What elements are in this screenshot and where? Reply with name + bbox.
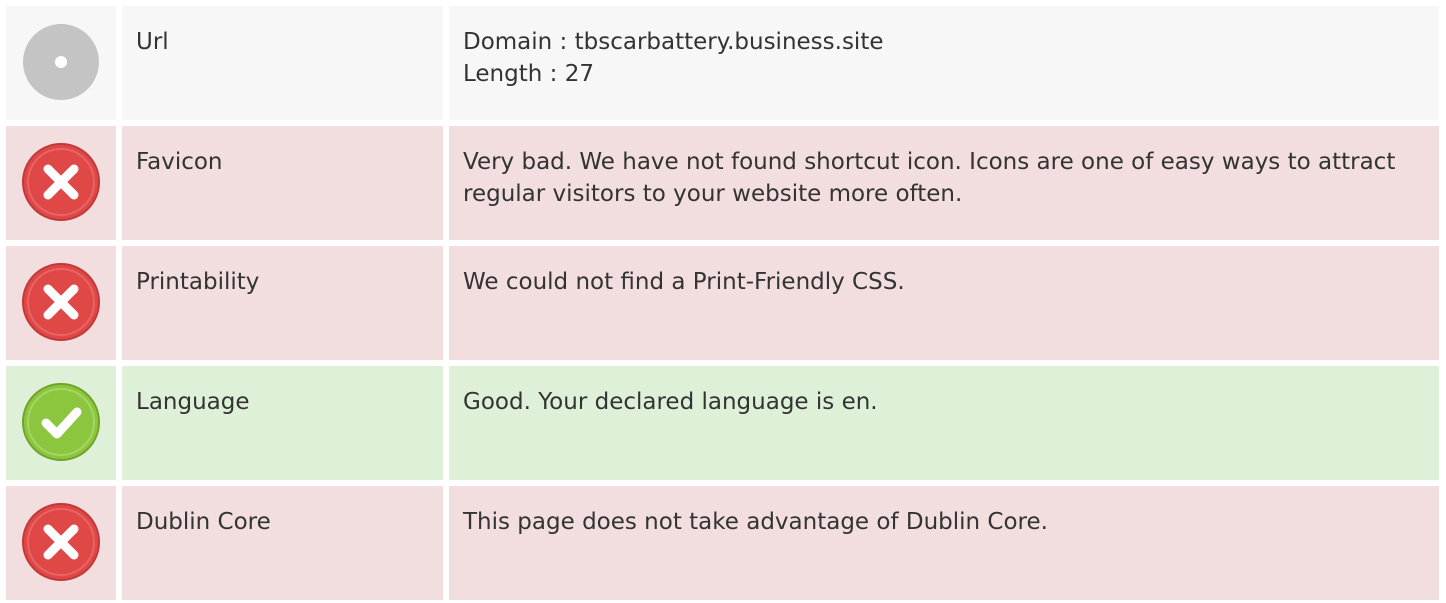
report-row-url: Url Domain : tbscarbattery.business.site… [0, 6, 1446, 120]
report-row-dublin-core: Dublin Core This page does not take adva… [0, 486, 1446, 600]
neutral-dot-icon [21, 22, 101, 102]
row-value-language: Good. Your declared language is en. [449, 366, 1439, 480]
status-cell [6, 486, 116, 600]
language-message: Good. Your declared language is en. [463, 389, 878, 415]
error-x-icon [21, 262, 101, 342]
row-value-printability: We could not find a Print-Friendly CSS. [449, 246, 1439, 360]
favicon-message: Very bad. We have not found shortcut ico… [463, 149, 1396, 207]
seo-report-table: Url Domain : tbscarbattery.business.site… [0, 0, 1446, 603]
row-label-favicon: Favicon [122, 126, 443, 240]
row-label-language: Language [122, 366, 443, 480]
row-value-url: Domain : tbscarbattery.business.site Len… [449, 6, 1439, 120]
report-row-printability: Printability We could not find a Print-F… [0, 246, 1446, 360]
error-x-icon [21, 142, 101, 222]
report-row-favicon: Favicon Very bad. We have not found shor… [0, 126, 1446, 240]
row-label-url: Url [122, 6, 443, 120]
domain-text: Domain : tbscarbattery.business.site [463, 29, 884, 55]
dublin-core-message: This page does not take advantage of Dub… [463, 509, 1048, 535]
success-check-icon [21, 382, 101, 462]
printability-message: We could not find a Print-Friendly CSS. [463, 269, 905, 295]
report-row-language: Language Good. Your declared language is… [0, 366, 1446, 480]
row-label-dublin-core: Dublin Core [122, 486, 443, 600]
error-x-icon [21, 502, 101, 582]
row-value-favicon: Very bad. We have not found shortcut ico… [449, 126, 1439, 240]
status-cell [6, 246, 116, 360]
length-text: Length : 27 [463, 61, 594, 87]
status-cell [6, 6, 116, 120]
status-cell [6, 366, 116, 480]
status-cell [6, 126, 116, 240]
row-value-dublin-core: This page does not take advantage of Dub… [449, 486, 1439, 600]
row-label-printability: Printability [122, 246, 443, 360]
